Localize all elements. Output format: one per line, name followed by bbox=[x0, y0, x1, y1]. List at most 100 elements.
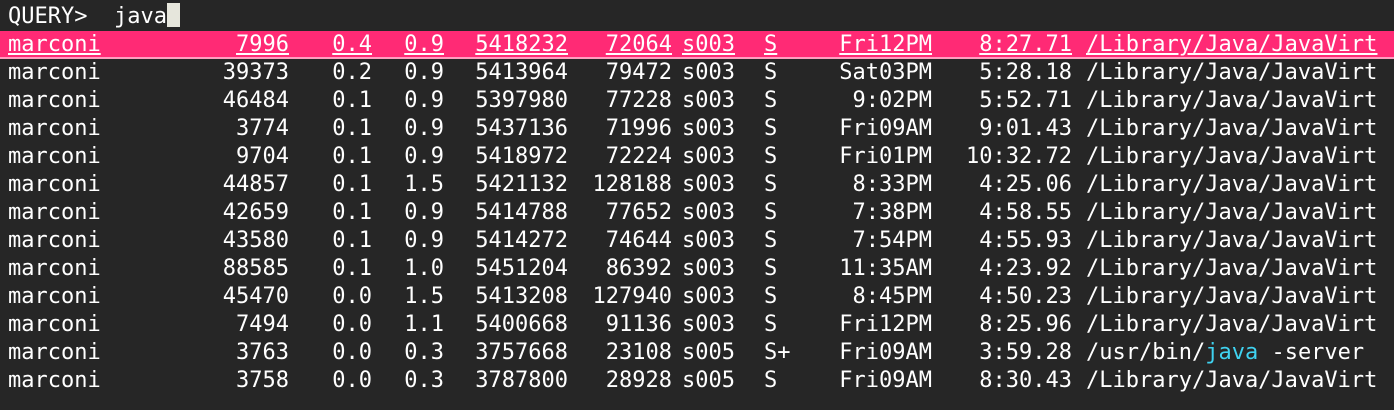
process-mem: 1.1 bbox=[404, 312, 444, 337]
process-pid: 88585 bbox=[222, 256, 289, 281]
command-text: /Library/Java/JavaVirt bbox=[1086, 172, 1378, 197]
process-row[interactable]: marconi 7494 0.0 1.1 5400668 91136 s003 S Fri12P… bbox=[0, 311, 1394, 339]
process-start-time: 8:33PM bbox=[852, 172, 932, 197]
process-row[interactable]: marconi 39373 0.2 0.9 5413964 79472 s003 S Sat03… bbox=[0, 59, 1394, 87]
process-tty: s005 bbox=[682, 340, 735, 365]
command-text: /Library/Java/JavaVirt bbox=[1086, 368, 1378, 393]
process-start-time: Sat03PM bbox=[839, 60, 932, 85]
process-mem: 1.5 bbox=[404, 172, 444, 197]
process-row[interactable]: marconi 3763 0.0 0.3 3757668 23108 s005 S+ Fri09… bbox=[0, 339, 1394, 367]
process-command: /Library/Java/JavaVirt bbox=[1086, 367, 1377, 395]
command-text: /Library/Java/JavaVirt bbox=[1086, 88, 1378, 113]
process-start-time: Fri09AM bbox=[839, 116, 932, 141]
process-cpu-time: 5:28.18 bbox=[979, 60, 1072, 85]
process-start-time: Fri09AM bbox=[839, 368, 932, 393]
process-mem: 0.9 bbox=[404, 144, 444, 169]
process-row[interactable]: marconi 44857 0.1 1.5 5421132 128188 s003 S 8:33… bbox=[0, 171, 1394, 199]
selected-process-row[interactable]: marconi 7996 0.4 0.9 5418232 72064 s003 S Fri12P… bbox=[0, 31, 1394, 59]
process-mem: 1.5 bbox=[404, 284, 444, 309]
process-user: marconi bbox=[8, 144, 101, 169]
process-vsz: 5418232 bbox=[475, 32, 568, 57]
process-row[interactable]: marconi 45470 0.0 1.5 5413208 127940 s003 S 8:45… bbox=[0, 283, 1394, 311]
process-row[interactable]: marconi 3774 0.1 0.9 5437136 71996 s003 S Fri09A… bbox=[0, 115, 1394, 143]
process-tty: s003 bbox=[682, 228, 735, 253]
process-rss: 72224 bbox=[605, 144, 672, 169]
process-vsz: 5413964 bbox=[475, 60, 568, 85]
process-user: marconi bbox=[8, 284, 101, 309]
process-cpu-time: 10:32.72 bbox=[966, 144, 1072, 169]
process-cpu-time: 4:23.92 bbox=[979, 256, 1072, 281]
process-cpu-time: 4:58.55 bbox=[979, 200, 1072, 225]
command-text: /Library/Java/JavaVirt bbox=[1086, 32, 1378, 57]
process-mem: 0.9 bbox=[404, 228, 444, 253]
process-cpu: 0.1 bbox=[332, 116, 372, 141]
process-stat: S bbox=[764, 312, 778, 337]
process-pid: 9704 bbox=[236, 144, 289, 169]
process-mem: 0.9 bbox=[404, 200, 444, 225]
process-command: /Library/Java/JavaVirt bbox=[1086, 171, 1377, 199]
process-vsz: 5397980 bbox=[475, 88, 568, 113]
process-tty: s003 bbox=[682, 60, 735, 85]
process-list: marconi 7996 0.4 0.9 5418232 72064 s003 S Fri12P… bbox=[0, 31, 1394, 395]
process-pid: 45470 bbox=[222, 284, 289, 309]
process-tty: s003 bbox=[682, 144, 735, 169]
process-rss: 74644 bbox=[605, 228, 672, 253]
process-stat: S bbox=[764, 200, 778, 225]
process-rss: 77228 bbox=[605, 88, 672, 113]
process-stat: S bbox=[764, 144, 778, 169]
process-rss: 86392 bbox=[605, 256, 672, 281]
process-tty: s003 bbox=[682, 200, 735, 225]
process-cpu: 0.1 bbox=[332, 88, 372, 113]
process-cpu-time: 8:30.43 bbox=[979, 368, 1072, 393]
process-start-time: 8:45PM bbox=[852, 284, 932, 309]
process-vsz: 3757668 bbox=[475, 340, 568, 365]
process-tty: s003 bbox=[682, 116, 735, 141]
process-pid: 3763 bbox=[236, 340, 289, 365]
process-cpu-time: 4:55.93 bbox=[979, 228, 1072, 253]
process-cpu: 0.0 bbox=[332, 340, 372, 365]
process-start-time: 9:02PM bbox=[852, 88, 932, 113]
process-command: /Library/Java/JavaVirt bbox=[1086, 59, 1377, 87]
process-row[interactable]: marconi 46484 0.1 0.9 5397980 77228 s003 S 9:02P… bbox=[0, 87, 1394, 115]
process-cpu-time: 4:25.06 bbox=[979, 172, 1072, 197]
process-mem: 0.3 bbox=[404, 340, 444, 365]
command-text: /Library/Java/JavaVirt bbox=[1086, 116, 1378, 141]
process-command: /Library/Java/JavaVirt bbox=[1086, 255, 1377, 283]
terminal-window: QUERY> java marconi 7996 0.4 0.9 5418232 7206… bbox=[0, 0, 1394, 410]
query-prompt[interactable]: QUERY> java bbox=[0, 3, 1394, 31]
process-vsz: 3787800 bbox=[475, 368, 568, 393]
process-user: marconi bbox=[8, 88, 101, 113]
process-tty: s003 bbox=[682, 88, 735, 113]
process-user: marconi bbox=[8, 60, 101, 85]
process-row[interactable]: marconi 88585 0.1 1.0 5451204 86392 s003 S 11:35… bbox=[0, 255, 1394, 283]
process-command: /Library/Java/JavaVirt bbox=[1086, 311, 1377, 339]
process-user: marconi bbox=[8, 172, 101, 197]
process-command: /usr/bin/java -server bbox=[1086, 339, 1364, 367]
command-text: /Library/Java/JavaVirt bbox=[1086, 256, 1378, 281]
process-mem: 0.9 bbox=[404, 32, 444, 57]
process-cpu: 0.1 bbox=[332, 200, 372, 225]
process-stat: S bbox=[764, 172, 778, 197]
process-mem: 0.3 bbox=[404, 368, 444, 393]
process-rss: 127940 bbox=[592, 284, 672, 309]
process-user: marconi bbox=[8, 32, 101, 57]
process-row[interactable]: marconi 9704 0.1 0.9 5418972 72224 s003 S Fri01P… bbox=[0, 143, 1394, 171]
process-stat: S bbox=[764, 368, 778, 393]
query-input[interactable]: java bbox=[114, 4, 167, 29]
process-vsz: 5414272 bbox=[475, 228, 568, 253]
process-cpu: 0.0 bbox=[332, 368, 372, 393]
process-user: marconi bbox=[8, 116, 101, 141]
command-text: /Library/Java/JavaVirt bbox=[1086, 60, 1378, 85]
process-pid: 3774 bbox=[236, 116, 289, 141]
process-cpu-time: 8:27.71 bbox=[979, 32, 1072, 57]
process-start-time: 7:54PM bbox=[852, 228, 932, 253]
process-row[interactable]: marconi 3758 0.0 0.3 3787800 28928 s005 S Fri09A… bbox=[0, 367, 1394, 395]
process-mem: 0.9 bbox=[404, 88, 444, 113]
process-row[interactable]: marconi 43580 0.1 0.9 5414272 74644 s003 S 7:54P… bbox=[0, 227, 1394, 255]
process-cpu: 0.0 bbox=[332, 284, 372, 309]
process-row[interactable]: marconi 42659 0.1 0.9 5414788 77652 s003 S 7:38P… bbox=[0, 199, 1394, 227]
process-rss: 77652 bbox=[605, 200, 672, 225]
command-args: -server bbox=[1258, 340, 1365, 365]
process-mem: 1.0 bbox=[404, 256, 444, 281]
process-vsz: 5418972 bbox=[475, 144, 568, 169]
